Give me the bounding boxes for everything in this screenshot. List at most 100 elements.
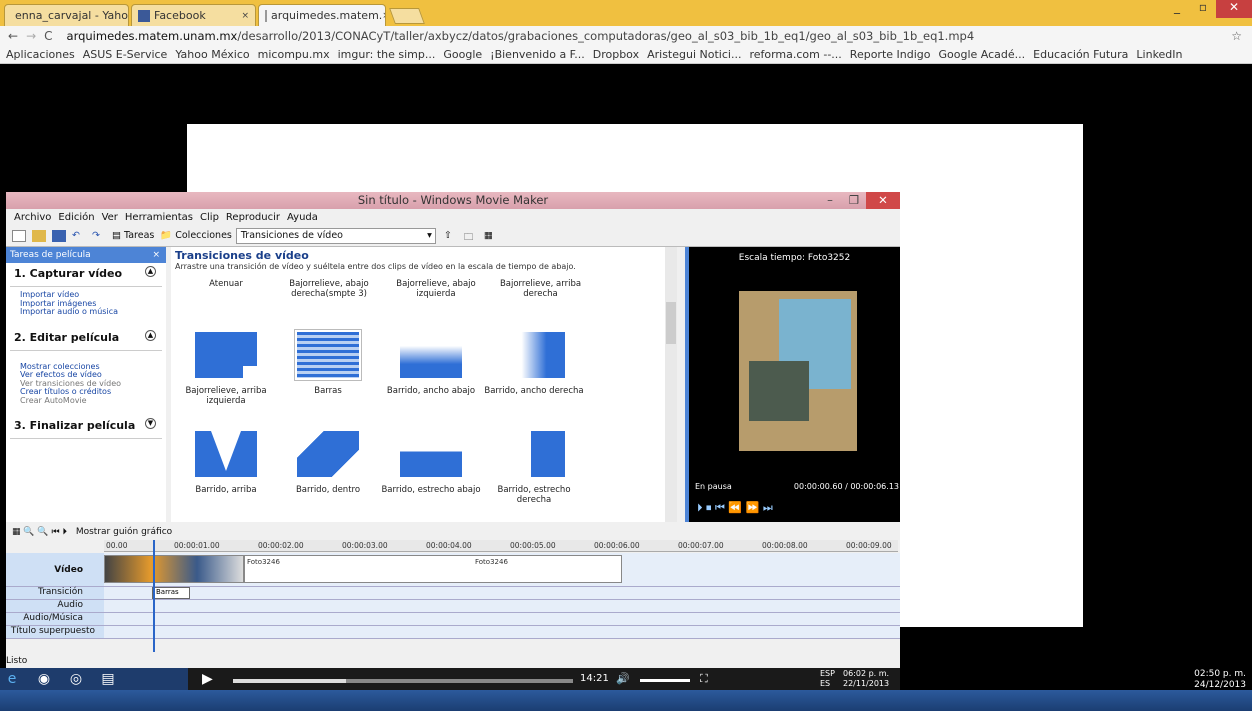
collections-combo[interactable]: Transiciones de vídeo ▾: [235, 227, 436, 244]
transition-item[interactable]: Barrido, arriba: [176, 431, 276, 495]
storyboard-toggle[interactable]: Mostrar guión gráfico: [76, 527, 172, 537]
back-icon[interactable]: ←: [8, 29, 18, 43]
bookmark-micompu[interactable]: micompu.mx: [258, 48, 330, 61]
chevron-down-icon[interactable]: ▼: [145, 418, 156, 429]
transition-item[interactable]: Barrido, ancho abajo: [381, 332, 481, 396]
tab-arquimedes[interactable]: arquimedes.matem.×: [258, 4, 386, 26]
open-icon[interactable]: [32, 229, 46, 242]
audio-track-area[interactable]: [104, 600, 900, 612]
video-track-area[interactable]: Foto3246 Foto3246: [104, 553, 900, 586]
gallery-scrollbar[interactable]: [665, 247, 677, 522]
bookmark-aplicaciones[interactable]: Aplicaciones: [6, 48, 75, 61]
video-clip[interactable]: Foto3246 Foto3246: [244, 555, 622, 583]
close-icon[interactable]: ×: [382, 11, 385, 21]
restore-icon[interactable]: ❐: [842, 192, 866, 209]
close-icon[interactable]: ✕: [866, 192, 900, 209]
save-icon[interactable]: [52, 229, 66, 242]
gallery-label-bajorrelieve-abajo-izquierda[interactable]: Bajorrelieve, abajo izquierda: [381, 279, 491, 299]
seek-bar[interactable]: [233, 679, 573, 683]
star-icon[interactable]: ☆: [1231, 29, 1242, 43]
tab-yahoo[interactable]: enna_carvajal - Yaho×: [4, 4, 129, 26]
tareas-button[interactable]: ▤ Tareas: [112, 230, 154, 241]
gallery-label-atenuar[interactable]: Atenuar: [176, 279, 276, 289]
redo-icon[interactable]: ↷: [92, 230, 106, 242]
newfolder-icon[interactable]: 🗀: [464, 230, 478, 243]
bookmark-asus[interactable]: ASUS E-Service: [83, 48, 168, 61]
fullscreen-icon[interactable]: ⛶: [700, 672, 708, 686]
bookmark-imgur[interactable]: imgur: the simp...: [338, 48, 436, 61]
minimize-icon[interactable]: –: [818, 192, 842, 209]
menu-edicion[interactable]: Edición: [58, 212, 94, 223]
volume-slider[interactable]: [640, 679, 690, 682]
bookmark-yahoo[interactable]: Yahoo México: [175, 48, 249, 61]
gallery-label-bajorrelieve-abajo-derecha[interactable]: Bajorrelieve, abajo derecha(smpte 3): [279, 279, 379, 299]
prev-frame-icon[interactable]: ⏪: [728, 501, 742, 514]
next-frame-icon[interactable]: ⏩: [746, 501, 760, 514]
maximize-icon[interactable]: ▫: [1190, 0, 1216, 18]
reload-icon[interactable]: C: [44, 29, 52, 43]
volume-icon[interactable]: 🔊: [616, 672, 630, 685]
explorer-icon[interactable]: ▤: [96, 668, 120, 690]
transition-item[interactable]: Barrido, estrecho abajo: [381, 431, 481, 495]
stop-icon[interactable]: ⏹: [706, 501, 712, 514]
new-tab-button[interactable]: [389, 8, 425, 24]
link-crear-automovie[interactable]: Crear AutoMovie: [6, 396, 166, 406]
bookmark-dropbox[interactable]: Dropbox: [593, 48, 639, 61]
menu-clip[interactable]: Clip: [200, 212, 219, 223]
play-icon[interactable]: ⏵: [697, 501, 703, 514]
bookmark-educacion-futura[interactable]: Educación Futura: [1033, 48, 1128, 61]
up-icon[interactable]: ⇧: [444, 230, 458, 242]
chevron-up-icon[interactable]: ▲: [145, 329, 156, 341]
bookmark-google-academico[interactable]: Google Acadé...: [939, 48, 1026, 61]
close-window-icon[interactable]: ✕: [1216, 0, 1252, 18]
transition-item-barras[interactable]: Barras: [278, 329, 378, 396]
transition-item[interactable]: Bajorrelieve, arriba izquierda: [171, 332, 281, 406]
menu-ayuda[interactable]: Ayuda: [287, 212, 318, 223]
forward-icon[interactable]: ⏭: [763, 501, 773, 514]
music-track-area[interactable]: [104, 613, 900, 625]
menu-herramientas[interactable]: Herramientas: [125, 212, 193, 223]
undo-icon[interactable]: ↶: [72, 230, 86, 242]
bookmark-reforma[interactable]: reforma.com --...: [749, 48, 841, 61]
menu-archivo[interactable]: Archivo: [14, 212, 51, 223]
section-finalizar[interactable]: 3. Finalizar película ▼: [10, 415, 162, 439]
bookmark-aristegui[interactable]: Aristegui Notici...: [647, 48, 741, 61]
close-icon[interactable]: ×: [128, 11, 129, 21]
clip-thumbnail[interactable]: [104, 555, 244, 583]
menu-ver[interactable]: Ver: [102, 212, 118, 223]
link-importar-audio[interactable]: Importar audio o música: [6, 307, 166, 317]
transition-item[interactable]: Barrido, ancho derecha: [484, 332, 584, 396]
url-field[interactable]: arquimedes.matem.unam.mx/desarrollo/2013…: [67, 29, 975, 43]
chevron-up-icon[interactable]: ▲: [145, 266, 156, 277]
bookmark-google[interactable]: Google: [443, 48, 482, 61]
ie-icon[interactable]: e: [0, 668, 24, 690]
forward-icon[interactable]: →: [26, 29, 36, 43]
bookmark-linkedin[interactable]: LinkedIn: [1136, 48, 1182, 61]
close-icon[interactable]: ×: [152, 247, 160, 263]
title-track-area[interactable]: [104, 626, 900, 638]
rewind-icon[interactable]: ⏮: [715, 501, 725, 514]
minimize-icon[interactable]: _: [1164, 0, 1190, 18]
bookmark-reporte-indigo[interactable]: Reporte Indigo: [850, 48, 931, 61]
play-icon[interactable]: ▶: [202, 671, 213, 687]
transition-item[interactable]: Barrido, estrecho derecha: [484, 431, 584, 505]
timeline-ruler[interactable]: 00.00 00:00:01.00 00:00:02.00 00:00:03.0…: [104, 540, 898, 552]
chrome-icon[interactable]: ◎: [64, 668, 88, 690]
menu-reproducir[interactable]: Reproducir: [226, 212, 280, 223]
storyboard-icon[interactable]: ▦ 🔍 🔍 ⏮ ⏵: [12, 527, 67, 537]
transition-track-area[interactable]: Barras: [104, 587, 900, 599]
bookmark-facebook[interactable]: ¡Bienvenido a F...: [490, 48, 585, 61]
views-icon[interactable]: ▦: [484, 230, 498, 242]
scrollbar-thumb[interactable]: [666, 302, 676, 344]
section-editar[interactable]: 2. Editar película ▲: [10, 327, 162, 351]
close-icon[interactable]: ×: [241, 11, 249, 21]
transition-clip[interactable]: Barras: [152, 587, 190, 599]
gallery-label-bajorrelieve-arriba-derecha[interactable]: Bajorrelieve, arriba derecha: [483, 279, 598, 299]
tab-facebook[interactable]: Facebook ×: [131, 4, 256, 26]
transition-item[interactable]: Barrido, dentro: [278, 431, 378, 495]
media-icon[interactable]: ◉: [32, 668, 56, 690]
colecciones-button[interactable]: 📁 Colecciones: [160, 230, 232, 241]
timeline-playhead[interactable]: [153, 540, 155, 652]
section-capturar[interactable]: 1. Capturar vídeo ▲: [10, 263, 162, 287]
new-icon[interactable]: [12, 229, 26, 242]
